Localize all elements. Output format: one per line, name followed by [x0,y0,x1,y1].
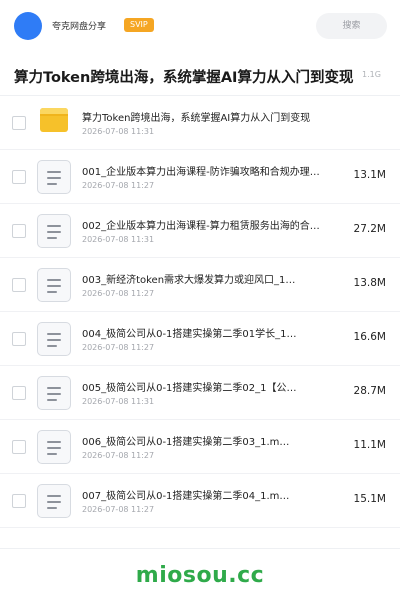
username: 夸克网盘分享 [52,22,107,32]
list-item[interactable]: 006_极简公司从0-1搭建实操第二季03_1.m… 2026-07-08 11… [0,420,400,474]
checkbox[interactable] [12,116,26,130]
file-size: 15.1M [353,493,386,505]
file-size: 11.1M [353,439,386,451]
checkbox[interactable] [12,440,26,454]
checkbox[interactable] [12,494,26,508]
share-title-bar: 算力Token跨境出海，系统掌握AI算力从入门到变现 1.1G [0,52,400,96]
document-icon [37,160,71,194]
file-size: 13.1M [353,169,386,181]
checkbox[interactable] [12,224,26,238]
file-date: 2026-07-08 11:27 [82,505,155,514]
file-name: 005_极简公司从0-1搭建实操第二季02_1【公… [82,383,297,394]
checkbox[interactable] [12,170,26,184]
list-item[interactable]: 007_极简公司从0-1搭建实操第二季04_1.m… 2026-07-08 11… [0,474,400,528]
checkbox[interactable] [12,332,26,346]
file-date: 2026-07-08 11:27 [82,343,155,352]
file-size: 16.6M [353,331,386,343]
page-title: 算力Token跨境出海，系统掌握AI算力从入门到变现 [14,70,354,86]
file-list: 算力Token跨境出海，系统掌握AI算力从入门到变现 2026-07-08 11… [0,96,400,528]
document-icon [37,268,71,302]
list-item[interactable]: 005_极简公司从0-1搭建实操第二季02_1【公… 2026-07-08 11… [0,366,400,420]
file-name: 002_企业版本算力出海课程-算力租赁服务出海的合… [82,221,320,232]
watermark-text: miosou.cc [135,563,265,588]
file-size: 28.7M [353,385,386,397]
checkbox[interactable] [12,386,26,400]
file-name: 算力Token跨境出海，系统掌握AI算力从入门到变现 [82,113,311,124]
list-item-folder[interactable]: 算力Token跨境出海，系统掌握AI算力从入门到变现 2026-07-08 11… [0,96,400,150]
file-size: 13.8M [353,277,386,289]
search-input[interactable]: 搜索 [316,13,387,39]
file-size: 27.2M [353,223,386,235]
file-name: 004_极简公司从0-1搭建实操第二季01学长_1… [82,329,297,340]
file-name: 007_极简公司从0-1搭建实操第二季04_1.m… [82,491,290,502]
checkbox[interactable] [12,278,26,292]
document-icon [37,376,71,410]
file-date: 2026-07-08 11:31 [82,127,155,136]
file-date: 2026-07-08 11:27 [82,181,155,190]
header: 夸克网盘分享 SVIP 搜索 [0,0,400,52]
file-date: 2026-07-08 11:31 [82,235,155,244]
file-date: 2026-07-08 11:31 [82,397,155,406]
file-name: 003_新经济token需求大爆发算力或迎风口_1… [82,275,296,286]
svip-badge: SVIP [124,18,154,32]
document-icon [37,484,71,518]
file-name: 006_极简公司从0-1搭建实操第二季03_1.m… [82,437,290,448]
document-icon [37,322,71,356]
footer: miosou.cc [0,548,400,600]
file-name: 001_企业版本算力出海课程-防诈骗攻略和合规办理… [82,167,320,178]
folder-icon [40,108,68,132]
list-item[interactable]: 002_企业版本算力出海课程-算力租赁服务出海的合… 2026-07-08 11… [0,204,400,258]
list-item[interactable]: 001_企业版本算力出海课程-防诈骗攻略和合规办理… 2026-07-08 11… [0,150,400,204]
total-size: 1.1G [362,70,381,79]
file-date: 2026-07-08 11:27 [82,289,155,298]
list-item[interactable]: 003_新经济token需求大爆发算力或迎风口_1… 2026-07-08 11… [0,258,400,312]
document-icon [37,430,71,464]
document-icon [37,214,71,248]
avatar[interactable] [14,12,42,40]
list-item[interactable]: 004_极简公司从0-1搭建实操第二季01学长_1… 2026-07-08 11… [0,312,400,366]
file-date: 2026-07-08 11:27 [82,451,155,460]
